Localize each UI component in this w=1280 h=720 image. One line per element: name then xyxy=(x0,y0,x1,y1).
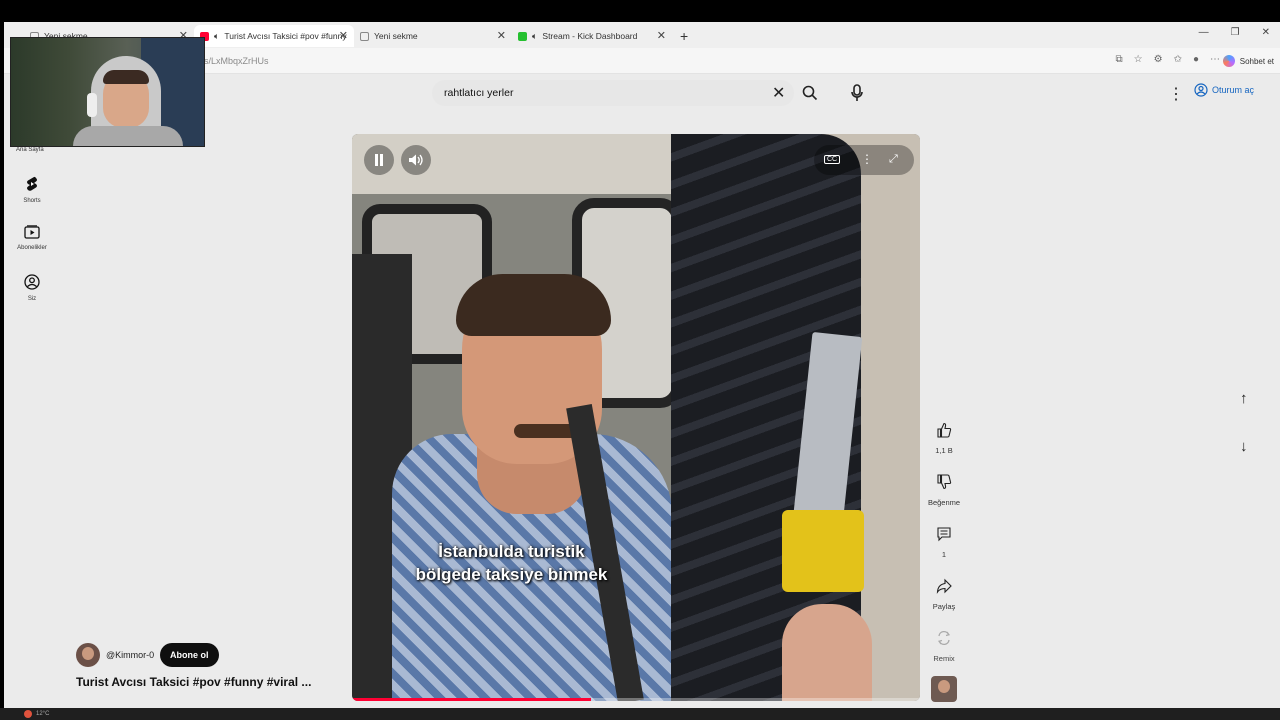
favorite-star-icon[interactable]: ☆ xyxy=(1134,54,1143,65)
remix-button[interactable]: Remix xyxy=(926,630,962,663)
weather-widget[interactable]: 12°C xyxy=(24,710,49,718)
kick-icon xyxy=(518,31,527,41)
more-icon[interactable]: ⋯ xyxy=(1210,54,1220,65)
like-count: 1,1 B xyxy=(935,446,953,455)
account-icon xyxy=(1194,83,1208,97)
screen: Yeni sekme ✕ 🔈︎ Turist Avcısı Taksici #p… xyxy=(0,0,1280,720)
sidebar-item-subscriptions[interactable]: Abonelikler xyxy=(12,225,52,251)
remix-label: Remix xyxy=(933,654,955,663)
sidebar-item-label: Shorts xyxy=(23,198,41,204)
sidebar-item-you[interactable]: Siz xyxy=(12,274,52,302)
dislike-button[interactable]: Beğenme xyxy=(926,474,962,507)
app-available-icon[interactable]: ⧉ xyxy=(1115,54,1122,65)
progress-fill xyxy=(352,698,591,701)
comment-icon xyxy=(937,527,951,542)
shorts-icon xyxy=(27,176,37,191)
you-icon xyxy=(24,274,40,290)
fullscreen-icon[interactable]: ⤢ xyxy=(889,153,898,166)
new-tab-button[interactable]: + xyxy=(674,25,694,47)
copilot-label: Sohbet et xyxy=(1239,56,1274,66)
short-video-player[interactable]: İstanbulda turistik bölgede taksiye binm… xyxy=(352,134,920,701)
sidebar-item-label: Abonelikler xyxy=(17,245,47,251)
subscriptions-icon xyxy=(24,225,40,239)
previous-video-arrow-icon[interactable]: ↑ xyxy=(1240,390,1248,407)
signin-button[interactable]: Oturum aç xyxy=(1194,83,1254,97)
dislike-label: Beğenme xyxy=(927,498,961,507)
tab-label: Stream - Kick Dashboard xyxy=(542,31,638,41)
search-box[interactable]: ✕ xyxy=(432,80,794,106)
browser-toolbar-icons: ⧉ ☆ ⚙ ✩ ● ⋯ xyxy=(1115,54,1220,65)
copilot-icon xyxy=(1222,55,1235,67)
next-video-arrow-icon[interactable]: ↓ xyxy=(1240,438,1248,455)
caption-line-1: İstanbulda turistik xyxy=(438,542,585,561)
sidebar-home-label[interactable]: Ana Sayfa xyxy=(16,147,44,153)
close-icon[interactable]: ✕ xyxy=(657,29,666,42)
close-icon[interactable]: ✕ xyxy=(339,29,348,42)
minimize-icon[interactable]: — xyxy=(1199,27,1209,38)
window-controls: — ❐ ✕ xyxy=(1199,27,1270,38)
pause-icon xyxy=(375,154,383,166)
captions-icon[interactable]: CC xyxy=(824,155,841,164)
like-button[interactable]: 1,1 B xyxy=(926,422,962,455)
profile-icon[interactable]: ● xyxy=(1193,54,1199,65)
microphone-icon[interactable] xyxy=(850,84,864,107)
tab-youtube[interactable]: 🔈︎ Turist Avcısı Taksici #pov #funny ✕ xyxy=(194,25,354,47)
speaker-icon: 🔈︎ xyxy=(214,30,220,41)
speaker-icon: 🔈︎ xyxy=(532,30,538,41)
tab-new-tab-2[interactable]: Yeni sekme ✕ xyxy=(354,25,512,47)
more-vertical-icon[interactable]: ⋮ xyxy=(1168,84,1184,104)
pause-button[interactable] xyxy=(364,145,394,175)
sidebar-item-shorts[interactable]: Shorts xyxy=(12,176,52,204)
sidebar-item-label: Siz xyxy=(27,296,37,302)
close-window-icon[interactable]: ✕ xyxy=(1262,27,1270,38)
favorites-icon[interactable]: ✩ xyxy=(1174,54,1182,65)
video-caption: İstanbulda turistik bölgede taksiye binm… xyxy=(352,540,671,586)
search-input[interactable] xyxy=(444,87,744,99)
volume-button[interactable] xyxy=(401,145,431,175)
comment-count: 1 xyxy=(941,550,947,559)
url-text[interactable]: s/LxMbqxZrHUs xyxy=(204,56,269,66)
taskbar xyxy=(0,708,1280,720)
copilot-button[interactable]: Sohbet et xyxy=(1222,55,1274,67)
volume-icon xyxy=(409,154,423,166)
channel-avatar[interactable] xyxy=(76,643,100,667)
restore-icon[interactable]: ❐ xyxy=(1231,27,1240,38)
weather-icon xyxy=(24,710,32,718)
clear-search-icon[interactable]: ✕ xyxy=(772,83,785,103)
subscribe-button[interactable]: Abone ol xyxy=(160,643,219,667)
share-button[interactable]: Paylaş xyxy=(926,578,962,611)
sound-thumbnail[interactable] xyxy=(931,676,957,702)
video-title[interactable]: Turist Avcısı Taksici #pov #funny #viral… xyxy=(76,675,311,689)
tab-label: Yeni sekme xyxy=(374,31,418,41)
thumbs-up-icon xyxy=(937,422,952,438)
progress-bar[interactable] xyxy=(352,698,920,701)
remix-icon xyxy=(937,630,951,646)
share-icon xyxy=(936,578,952,594)
signin-label: Oturum aç xyxy=(1212,85,1255,95)
share-label: Paylaş xyxy=(932,602,956,611)
new-tab-icon xyxy=(360,31,369,41)
weather-text: 12°C xyxy=(36,711,50,717)
caption-line-2: bölgede taksiye binmek xyxy=(415,565,608,584)
tab-kick[interactable]: 🔈︎ Stream - Kick Dashboard ✕ xyxy=(512,25,672,47)
extensions-icon[interactable]: ⚙ xyxy=(1154,54,1163,65)
more-options-icon[interactable]: ⋮ xyxy=(861,152,873,166)
search-icon[interactable] xyxy=(802,85,818,106)
channel-handle[interactable]: @Kimmor-0 xyxy=(106,650,154,660)
webcam-overlay xyxy=(10,37,205,147)
tab-label: Turist Avcısı Taksici #pov #funny xyxy=(224,31,347,41)
thumbs-down-icon xyxy=(937,474,952,490)
comments-button[interactable]: 1 xyxy=(926,526,962,559)
close-icon[interactable]: ✕ xyxy=(497,29,506,42)
